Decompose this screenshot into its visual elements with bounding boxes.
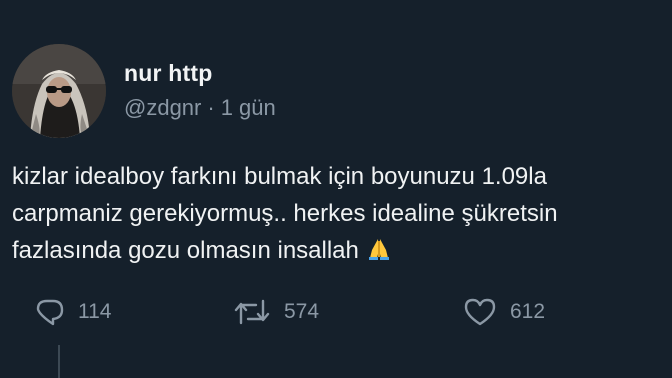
- avatar[interactable]: [12, 44, 106, 138]
- tweet[interactable]: nur http @zdgnr · 1 gün kizlar idealboy fa…: [0, 0, 672, 378]
- like-icon: [462, 296, 498, 328]
- retweet-icon: [232, 296, 272, 328]
- action-bar: 114 574 612: [0, 296, 672, 336]
- meta-separator: ·: [207, 95, 215, 120]
- tweet-text-line: carpmaniz gerekiyormuş.. herkes idealine…: [12, 200, 558, 227]
- tweet-text-line-content: fazlasında gozu olmasın insallah: [12, 237, 359, 264]
- timestamp[interactable]: 1 gün: [221, 95, 276, 120]
- retweet-button[interactable]: 574: [232, 296, 319, 328]
- tweet-text-line: fazlasında gozu olmasın insallah: [12, 232, 672, 269]
- tweet-text-line: kizlar idealboy farkını bulmak için boyu…: [12, 163, 547, 190]
- author-block: nur http @zdgnr · 1 gün: [124, 60, 276, 121]
- reply-count: 114: [78, 300, 112, 323]
- thread-line: [58, 345, 60, 378]
- tweet-text: kizlar idealboy farkını bulmak için boyu…: [12, 158, 672, 269]
- like-count: 612: [510, 300, 546, 323]
- reply-icon: [34, 296, 66, 328]
- folded-hands-emoji: [366, 237, 392, 264]
- like-button[interactable]: 612: [462, 296, 545, 328]
- reply-button[interactable]: 114: [34, 296, 111, 328]
- tweet-meta: @zdgnr · 1 gün: [124, 95, 276, 121]
- display-name[interactable]: nur http: [124, 60, 276, 87]
- handle[interactable]: @zdgnr: [124, 95, 201, 120]
- retweet-count: 574: [284, 300, 320, 323]
